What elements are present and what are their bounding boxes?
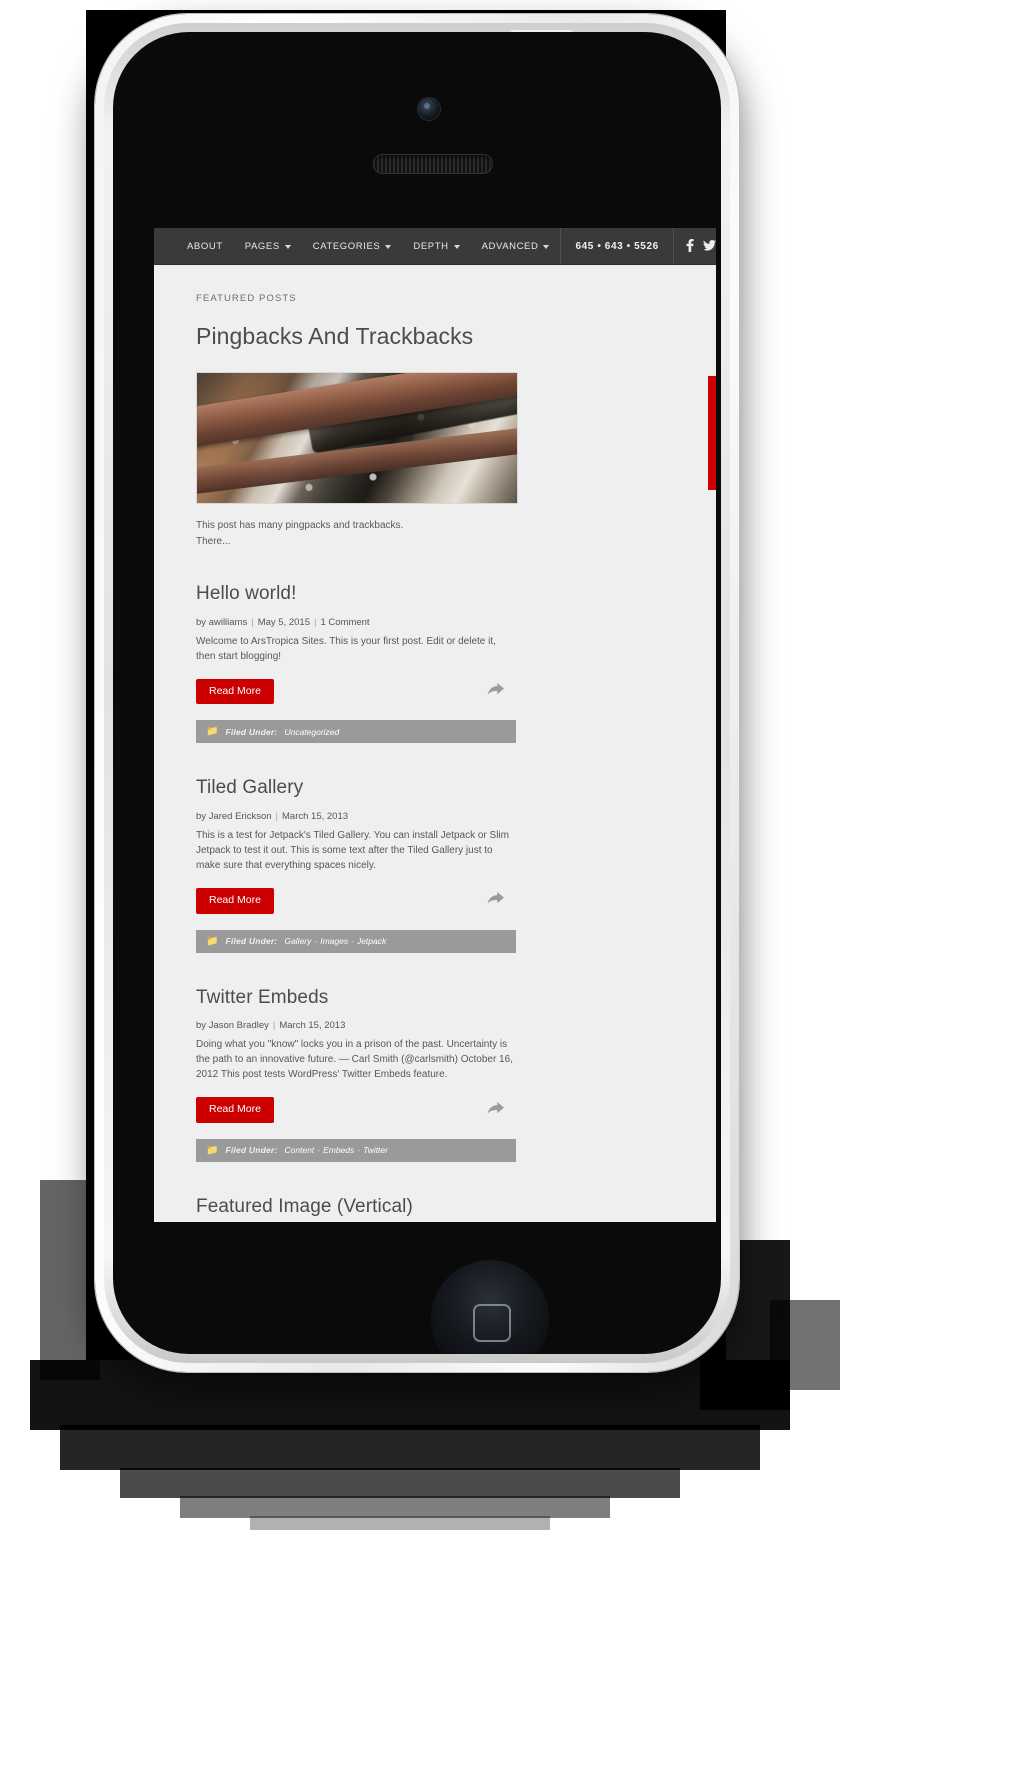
phone-device: ABOUT PAGES CATEGORIES DEPTH ADVANCED 64… <box>95 14 739 1372</box>
earpiece-speaker <box>373 154 493 174</box>
facebook-icon[interactable] <box>686 238 694 254</box>
accent-edge-strip <box>708 376 716 490</box>
post-title[interactable]: Twitter Embeds <box>196 987 678 1010</box>
twitter-icon[interactable] <box>702 239 716 253</box>
nav-item-about[interactable]: ABOUT <box>176 228 234 264</box>
folder-icon: 📁 <box>206 726 219 738</box>
post-date: May 5, 2015 <box>257 616 310 628</box>
chevron-down-icon <box>543 245 550 249</box>
post-author[interactable]: Jason Bradley <box>209 1020 269 1031</box>
featured-post-title[interactable]: Pingbacks And Trackbacks <box>196 323 678 350</box>
share-icon[interactable] <box>487 1101 508 1119</box>
phone-shadow <box>60 1425 760 1470</box>
header-phone-number[interactable]: 645 • 643 • 5526 <box>560 228 672 264</box>
filed-under-terms[interactable]: Uncategorized <box>284 727 339 737</box>
filed-under-terms[interactable]: Gallery - Images - Jetpack <box>284 936 386 946</box>
featured-excerpt-line: There... <box>196 535 231 547</box>
term-link[interactable]: Content <box>284 1145 314 1155</box>
share-icon[interactable] <box>487 892 508 909</box>
term-link[interactable]: Gallery <box>284 936 311 946</box>
by-label: by <box>196 811 207 823</box>
nav-label: ABOUT <box>187 240 223 252</box>
post-item: Hello world! by awilliams | May 5, 2015 | 1 … <box>196 583 678 744</box>
phone-shadow <box>770 1300 840 1390</box>
filed-under-bar: 📁 Filed Under: Content - Embeds - Twitter <box>196 1138 516 1162</box>
featured-post-image[interactable] <box>196 372 518 504</box>
post-meta: by Jason Bradley | March 15, 2013 <box>196 1020 346 1032</box>
post-title[interactable]: Featured Image (Vertical) <box>196 1196 678 1219</box>
phone-screen: ABOUT PAGES CATEGORIES DEPTH ADVANCED 64… <box>113 32 721 1354</box>
term-link[interactable]: Twitter <box>363 1145 388 1155</box>
term-link[interactable]: Embeds <box>323 1145 354 1155</box>
post-title[interactable]: Hello world! <box>196 583 678 606</box>
post-date: March 15, 2013 <box>282 811 349 823</box>
post-author[interactable]: Jared Erickson <box>209 811 272 822</box>
post-date: March 15, 2013 <box>279 1020 346 1032</box>
nav-links[interactable]: ABOUT PAGES CATEGORIES DEPTH ADVANCED <box>154 228 560 264</box>
featured-excerpt-line: This post has many pingpacks and trackba… <box>196 520 404 531</box>
post-excerpt: Welcome to ArsTropica Sites. This is you… <box>196 635 496 662</box>
post-item: Tiled Gallery by Jared Erickson | March 15… <box>196 777 678 953</box>
read-more-button[interactable]: Read More <box>196 678 274 705</box>
post-excerpt: Doing what you "know" locks you in a pri… <box>196 1039 513 1081</box>
phone-shadow <box>40 1180 100 1380</box>
front-camera-icon <box>418 98 440 120</box>
phone-shadow <box>250 1516 550 1530</box>
term-link[interactable]: Images <box>320 936 348 946</box>
nav-item-categories[interactable]: CATEGORIES <box>302 228 403 264</box>
nav-label: PAGES <box>244 240 280 252</box>
chevron-down-icon <box>385 245 392 249</box>
filed-under-terms[interactable]: Content - Embeds - Twitter <box>284 1145 388 1155</box>
filed-under-label: Filed Under: <box>225 726 278 737</box>
chevron-down-icon <box>284 245 291 249</box>
post-item: Featured Image (Vertical) by John Saddin… <box>196 1196 678 1222</box>
filed-under-bar: 📁 Filed Under: Gallery - Images - Jetpack <box>196 929 516 953</box>
by-label: by <box>196 616 207 628</box>
post-author[interactable]: awilliams <box>209 617 248 628</box>
featured-post-excerpt: This post has many pingpacks and trackba… <box>196 518 678 549</box>
screenshot-stage: ABOUT PAGES CATEGORIES DEPTH ADVANCED 64… <box>0 0 1010 1790</box>
nav-item-depth[interactable]: DEPTH <box>402 228 470 264</box>
home-button[interactable] <box>473 1304 511 1342</box>
phone-shadow <box>120 1468 680 1498</box>
browser-viewport[interactable]: ABOUT PAGES CATEGORIES DEPTH ADVANCED 64… <box>154 228 716 1222</box>
post-actions: Read More <box>196 888 508 914</box>
term-link[interactable]: Uncategorized <box>284 727 339 737</box>
filed-under-label: Filed Under: <box>225 1145 278 1156</box>
nav-label: ADVANCED <box>481 240 539 252</box>
read-more-button[interactable]: Read More <box>196 888 274 914</box>
by-label: by <box>196 1020 207 1032</box>
nav-item-pages[interactable]: PAGES <box>234 228 302 264</box>
site-navigation-bar[interactable]: ABOUT PAGES CATEGORIES DEPTH ADVANCED 64… <box>154 228 716 265</box>
nav-label: CATEGORIES <box>312 240 381 252</box>
post-title[interactable]: Tiled Gallery <box>196 777 678 800</box>
section-label-featured-posts: FEATURED POSTS <box>196 293 297 304</box>
folder-icon: 📁 <box>206 1144 219 1156</box>
post-meta: by Jared Erickson | March 15, 2013 <box>196 811 349 823</box>
share-icon[interactable] <box>487 683 508 700</box>
filed-under-label: Filed Under: <box>225 936 278 947</box>
post-item: Twitter Embeds by Jason Bradley | March 15… <box>196 987 678 1162</box>
read-more-button[interactable]: Read More <box>196 1097 274 1123</box>
post-comments-link[interactable]: 1 Comment <box>320 617 369 628</box>
phone-shadow <box>180 1496 610 1518</box>
post-excerpt: This is a test for Jetpack's Tiled Galle… <box>196 830 509 872</box>
nav-label: DEPTH <box>413 240 449 252</box>
chevron-down-icon <box>453 245 460 249</box>
term-link[interactable]: Jetpack <box>357 936 386 946</box>
nav-item-advanced[interactable]: ADVANCED <box>471 228 561 264</box>
post-meta: by awilliams | May 5, 2015 | 1 Comment <box>196 616 370 628</box>
page-content: FEATURED POSTS Pingbacks And Trackbacks … <box>154 293 716 1222</box>
folder-icon: 📁 <box>206 935 219 947</box>
social-links[interactable] <box>672 228 716 264</box>
post-actions: Read More <box>196 1097 508 1123</box>
post-actions: Read More <box>196 678 508 705</box>
filed-under-bar: 📁 Filed Under: Uncategorized <box>196 720 516 744</box>
